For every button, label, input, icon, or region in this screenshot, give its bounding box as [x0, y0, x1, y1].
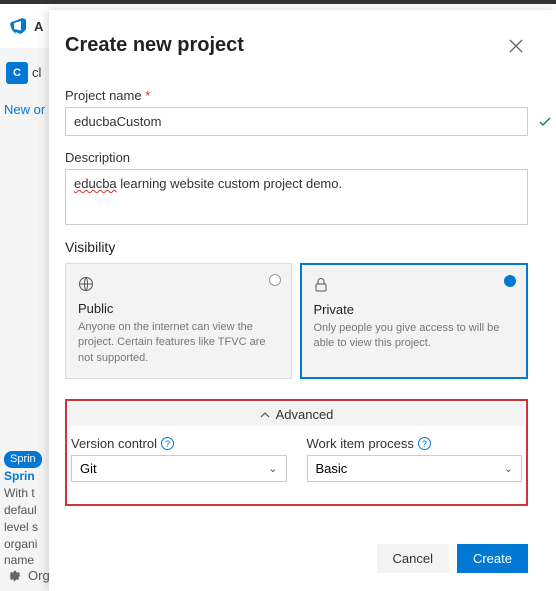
cancel-button[interactable]: Cancel	[377, 544, 449, 573]
app-initial: A	[34, 19, 43, 34]
bg-badge: Sprin	[4, 451, 42, 468]
chevron-down-icon: ⌄	[268, 462, 277, 475]
check-icon	[538, 115, 552, 132]
chevron-down-icon: ⌄	[504, 462, 513, 475]
description-label: Description	[65, 150, 528, 165]
public-desc: Anyone on the internet can view the proj…	[78, 320, 279, 366]
description-textarea[interactable]: educba learning website custom project d…	[65, 169, 528, 225]
private-title: Private	[314, 302, 515, 317]
close-icon	[509, 39, 523, 53]
visibility-label: Visibility	[65, 239, 528, 255]
lock-icon	[314, 277, 515, 296]
bg-tab-text: cl	[32, 65, 41, 80]
bg-l4: organi	[4, 537, 37, 551]
project-name-label: Project name *	[65, 88, 528, 103]
chevron-up-icon	[260, 410, 270, 420]
globe-icon	[78, 276, 279, 295]
bg-l5: name	[4, 553, 34, 567]
advanced-toggle[interactable]: Advanced	[69, 403, 524, 426]
visibility-public-card[interactable]: Public Anyone on the internet can view t…	[65, 263, 292, 379]
private-desc: Only people you give access to will be a…	[314, 321, 515, 352]
bg-l3: level s	[4, 520, 38, 534]
bg-l2: defaul	[4, 503, 37, 517]
bg-org-settings: Org	[8, 568, 50, 583]
radio-icon	[504, 275, 516, 287]
create-button[interactable]: Create	[457, 544, 528, 573]
azure-devops-logo	[10, 18, 26, 34]
public-title: Public	[78, 301, 279, 316]
version-control-label: Version control	[71, 436, 157, 451]
radio-icon	[269, 274, 281, 286]
gear-icon	[8, 569, 22, 583]
bg-l1: With t	[4, 486, 35, 500]
help-icon[interactable]: ?	[418, 437, 431, 450]
work-item-label: Work item process	[307, 436, 414, 451]
visibility-private-card[interactable]: Private Only people you give access to w…	[300, 263, 529, 379]
close-button[interactable]	[504, 34, 528, 58]
bg-org-tab: C	[6, 62, 28, 84]
project-name-input[interactable]	[65, 107, 528, 136]
modal-title: Create new project	[65, 34, 244, 57]
bg-new-org-link: New or	[4, 102, 45, 117]
version-control-select[interactable]: Git ⌄	[71, 455, 287, 482]
advanced-section: Advanced Version control ? Git ⌄ Work it…	[65, 399, 528, 506]
work-item-select[interactable]: Basic ⌄	[307, 455, 523, 482]
help-icon[interactable]: ?	[161, 437, 174, 450]
bg-heading: Sprin	[4, 469, 35, 483]
create-project-modal: Create new project Project name * Descri…	[49, 10, 556, 591]
